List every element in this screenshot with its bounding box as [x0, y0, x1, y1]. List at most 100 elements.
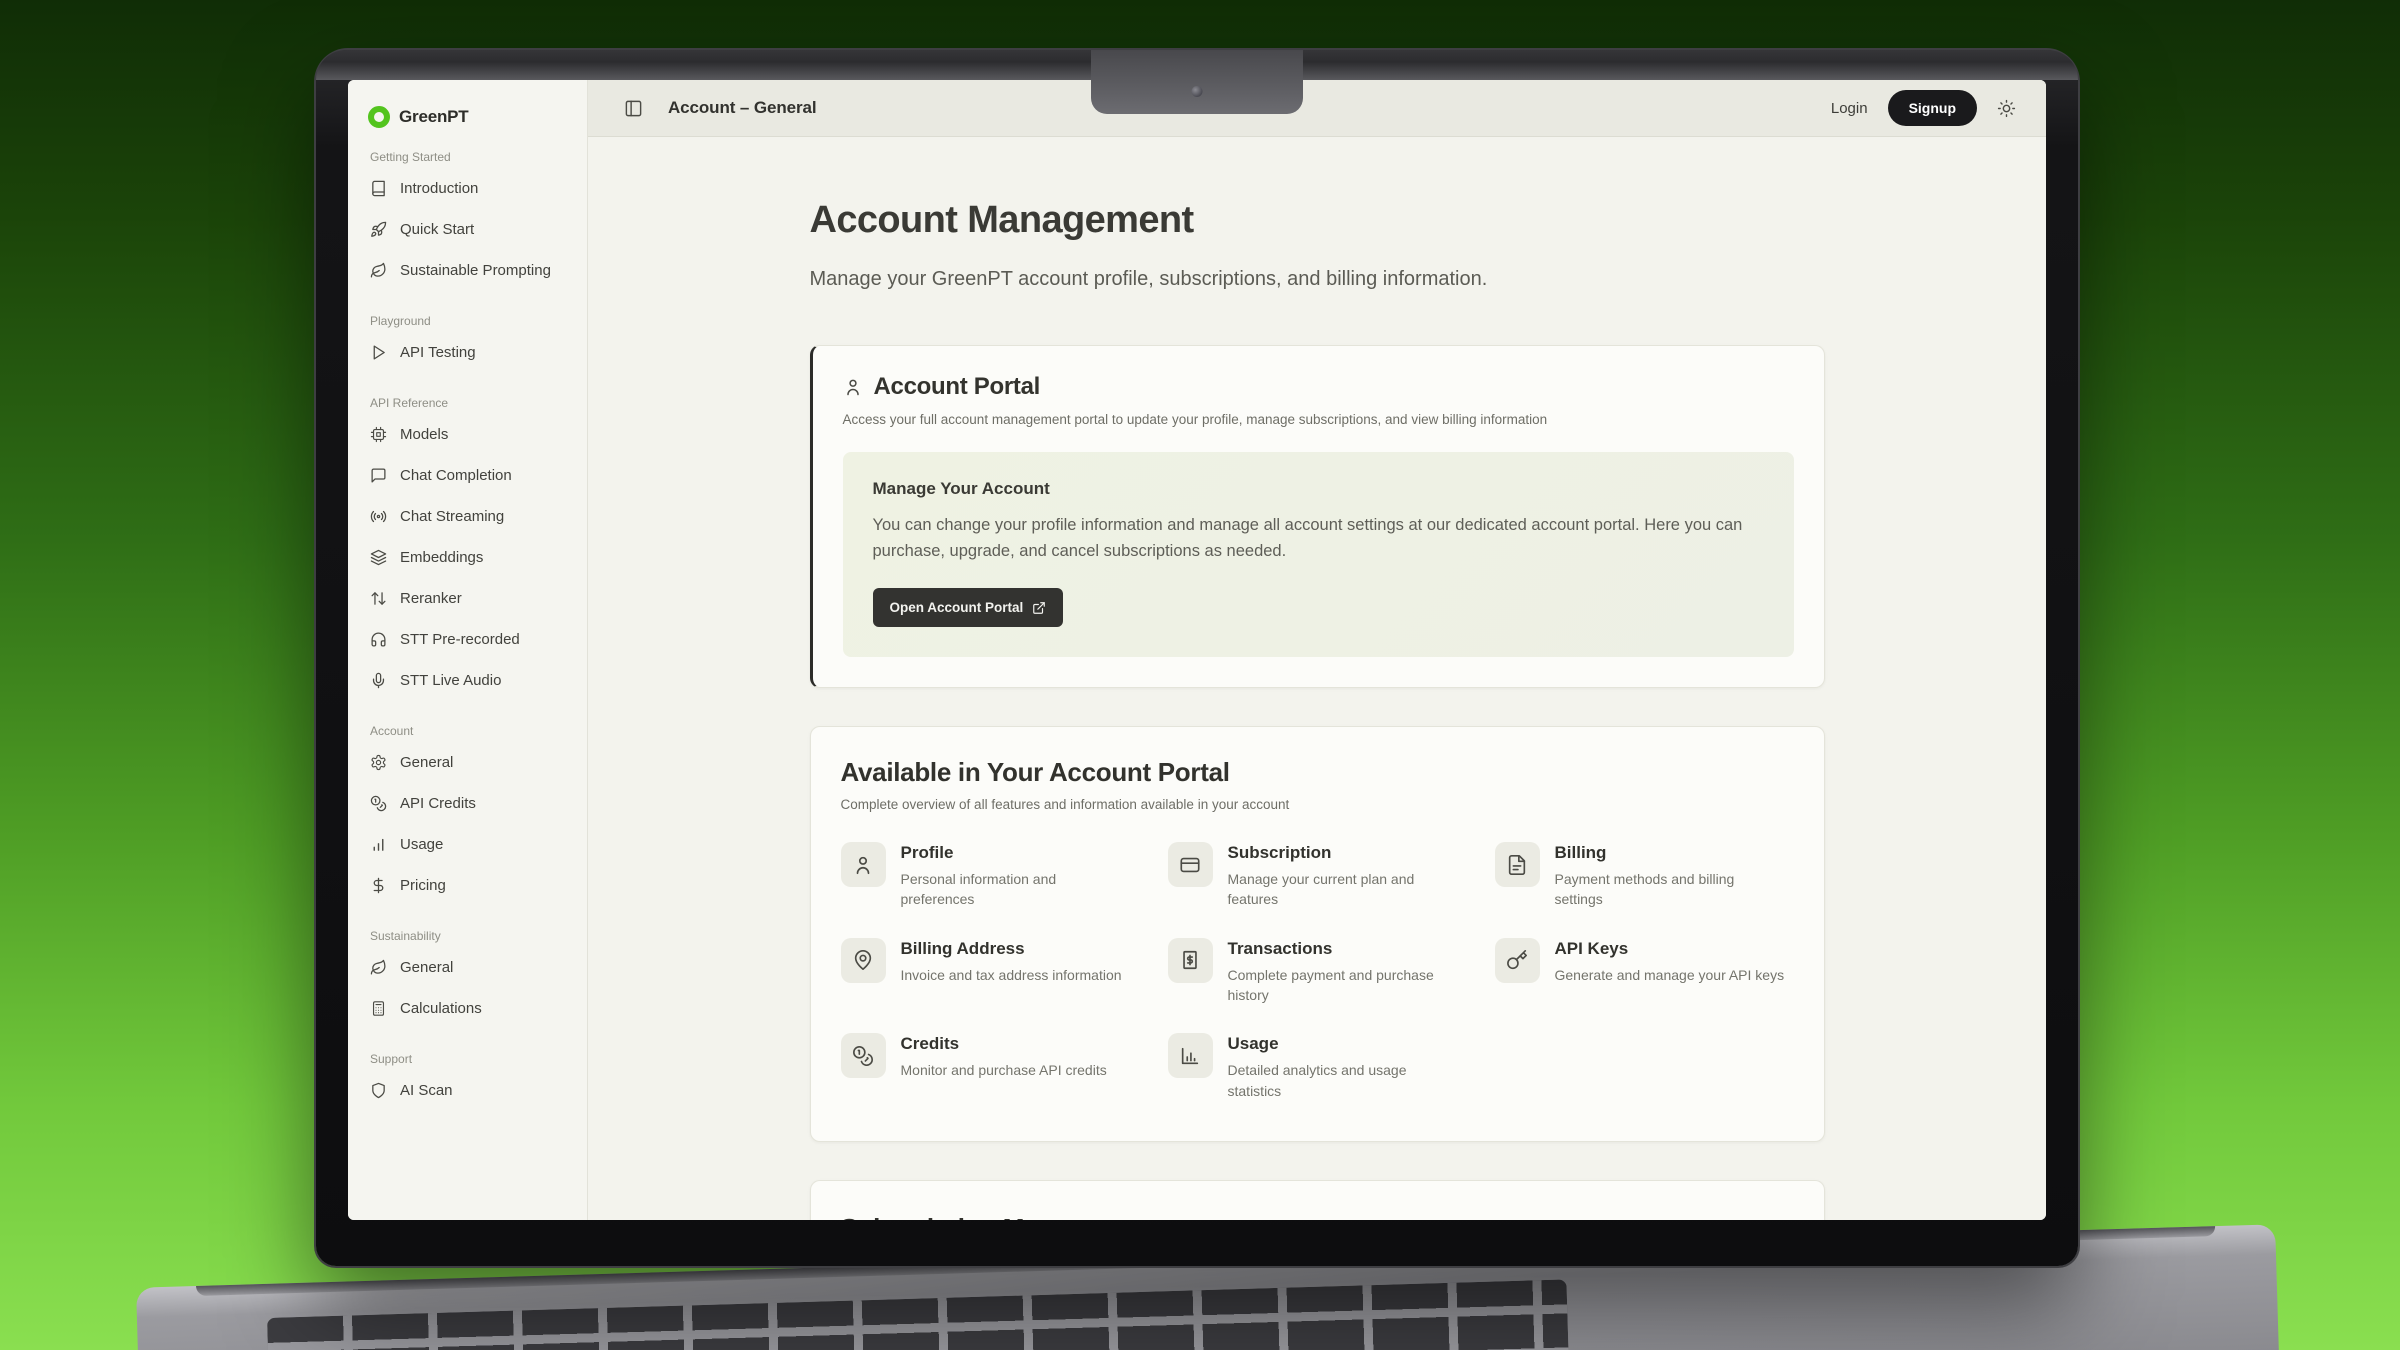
- sidebar-item-label: General: [400, 957, 453, 978]
- feature-title: Credits: [901, 1034, 1107, 1054]
- page-breadcrumb-title: Account – General: [668, 98, 817, 118]
- main-area: Account – General Login Signup Account M…: [588, 80, 2046, 1220]
- sidebar-item-label: Usage: [400, 834, 443, 855]
- key-icon: [1506, 949, 1528, 971]
- bar-chart-icon: [370, 836, 387, 853]
- features-subtitle: Complete overview of all features and in…: [841, 797, 1794, 812]
- sidebar-section-playground: Playground: [370, 314, 569, 328]
- sidebar-item-reranker[interactable]: Reranker: [368, 578, 569, 619]
- sidebar: GreenPT Getting Started Introduction Qui…: [348, 80, 588, 1220]
- manage-account-title: Manage Your Account: [873, 479, 1764, 499]
- user-icon: [852, 854, 874, 876]
- feature-description: Monitor and purchase API credits: [901, 1060, 1107, 1080]
- sidebar-section-account: Account: [370, 724, 569, 738]
- play-icon: [370, 344, 387, 361]
- features-title: Available in Your Account Portal: [841, 757, 1794, 788]
- sidebar-item-api-credits[interactable]: API Credits: [368, 783, 569, 824]
- subscription-management-card: Subscription Management: [810, 1180, 1825, 1220]
- sidebar-item-chat-completion[interactable]: Chat Completion: [368, 455, 569, 496]
- sidebar-item-introduction[interactable]: Introduction: [368, 168, 569, 209]
- sidebar-item-models[interactable]: Models: [368, 414, 569, 455]
- sidebar-section-getting-started: Getting Started: [370, 150, 569, 164]
- account-portal-title: Account Portal: [874, 373, 1040, 401]
- sidebar-item-quick-start[interactable]: Quick Start: [368, 209, 569, 250]
- sidebar-item-calculations[interactable]: Calculations: [368, 988, 569, 1029]
- sun-icon: [1997, 99, 2016, 118]
- feature-title: Transactions: [1228, 939, 1458, 959]
- portal-features-card: Available in Your Account Portal Complet…: [810, 726, 1825, 1142]
- feature-billing: Billing Payment methods and billing sett…: [1495, 842, 1794, 910]
- sidebar-item-label: STT Live Audio: [400, 670, 501, 691]
- book-icon: [370, 180, 387, 197]
- coins-icon: [852, 1045, 874, 1067]
- feature-profile: Profile Personal information and prefere…: [841, 842, 1140, 910]
- account-portal-header: Account Portal: [843, 373, 1794, 401]
- theme-toggle-button[interactable]: [1997, 99, 2016, 118]
- laptop-keyboard: [267, 1279, 1574, 1350]
- sidebar-item-label: API Credits: [400, 793, 476, 814]
- content-scroll-area[interactable]: Account Management Manage your GreenPT a…: [588, 137, 2046, 1220]
- sidebar-item-label: STT Pre-recorded: [400, 629, 520, 650]
- sidebar-section-support: Support: [370, 1052, 569, 1066]
- sidebar-section-sustainability: Sustainability: [370, 929, 569, 943]
- sidebar-toggle-button[interactable]: [624, 99, 643, 118]
- laptop-screen: GreenPT Getting Started Introduction Qui…: [348, 80, 2046, 1220]
- feature-credits: Credits Monitor and purchase API credits: [841, 1033, 1140, 1101]
- green-ring-icon: [368, 106, 390, 128]
- sidebar-item-label: General: [400, 752, 453, 773]
- sidebar-item-label: Introduction: [400, 178, 478, 199]
- feature-subscription: Subscription Manage your current plan an…: [1168, 842, 1467, 910]
- chart-column-icon: [1179, 1045, 1201, 1067]
- sidebar-item-sustainable-prompting[interactable]: Sustainable Prompting: [368, 250, 569, 291]
- sidebar-item-label: Embeddings: [400, 547, 483, 568]
- feature-description: Detailed analytics and usage statistics: [1228, 1060, 1458, 1101]
- account-portal-card: Account Portal Access your full account …: [810, 345, 1825, 688]
- sidebar-item-sustainability-general[interactable]: General: [368, 947, 569, 988]
- feature-title: Subscription: [1228, 843, 1458, 863]
- sidebar-item-ai-scan[interactable]: AI Scan: [368, 1070, 569, 1111]
- signup-button[interactable]: Signup: [1888, 90, 1977, 126]
- sidebar-item-pricing[interactable]: Pricing: [368, 865, 569, 906]
- feature-description: Payment methods and billing settings: [1555, 869, 1785, 910]
- feature-title: Billing: [1555, 843, 1785, 863]
- webcam-icon: [1192, 86, 1203, 97]
- sidebar-item-label: Models: [400, 424, 448, 445]
- sidebar-item-stt-live-audio[interactable]: STT Live Audio: [368, 660, 569, 701]
- sidebar-item-account-general[interactable]: General: [368, 742, 569, 783]
- subscription-management-title: Subscription Management: [841, 1213, 1794, 1220]
- account-portal-description: Access your full account management port…: [843, 412, 1794, 427]
- sidebar-item-label: Quick Start: [400, 219, 474, 240]
- sidebar-item-chat-streaming[interactable]: Chat Streaming: [368, 496, 569, 537]
- sidebar-item-label: Chat Completion: [400, 465, 512, 486]
- map-pin-icon: [852, 949, 874, 971]
- brand-name: GreenPT: [399, 107, 468, 127]
- arrows-up-down-icon: [370, 590, 387, 607]
- sidebar-item-api-testing[interactable]: API Testing: [368, 332, 569, 373]
- topbar-actions: Login Signup: [1831, 90, 2016, 126]
- sidebar-item-label: Pricing: [400, 875, 446, 896]
- shield-icon: [370, 1082, 387, 1099]
- open-account-portal-button[interactable]: Open Account Portal: [873, 588, 1064, 627]
- login-button[interactable]: Login: [1831, 100, 1868, 117]
- manage-account-body: You can change your profile information …: [873, 513, 1753, 564]
- sidebar-item-stt-pre-recorded[interactable]: STT Pre-recorded: [368, 619, 569, 660]
- manage-account-panel: Manage Your Account You can change your …: [843, 452, 1794, 657]
- content-container: Account Management Manage your GreenPT a…: [810, 199, 1825, 1220]
- feature-description: Personal information and preferences: [901, 869, 1131, 910]
- sidebar-item-embeddings[interactable]: Embeddings: [368, 537, 569, 578]
- page-title: Account Management: [810, 199, 1825, 242]
- brand-logo[interactable]: GreenPT: [368, 106, 569, 128]
- feature-description: Invoice and tax address information: [901, 965, 1122, 985]
- sidebar-item-label: API Testing: [400, 342, 476, 363]
- feature-usage: Usage Detailed analytics and usage stati…: [1168, 1033, 1467, 1101]
- desktop-scene: GreenPT Getting Started Introduction Qui…: [0, 0, 2400, 1350]
- feature-title: API Keys: [1555, 939, 1785, 959]
- message-square-icon: [370, 467, 387, 484]
- rocket-icon: [370, 221, 387, 238]
- features-grid: Profile Personal information and prefere…: [841, 842, 1794, 1101]
- external-link-icon: [1032, 601, 1046, 615]
- leaf-icon: [370, 959, 387, 976]
- feature-description: Manage your current plan and features: [1228, 869, 1458, 910]
- radio-waves-icon: [370, 508, 387, 525]
- sidebar-item-usage[interactable]: Usage: [368, 824, 569, 865]
